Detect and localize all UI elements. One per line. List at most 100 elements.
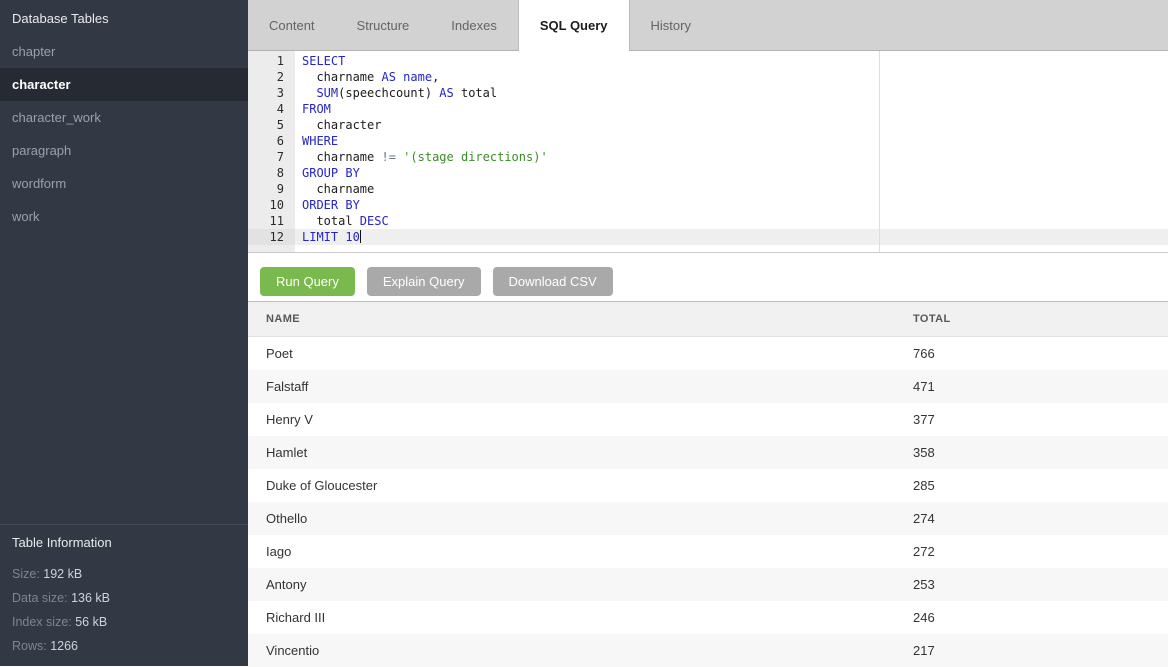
explain-query-button[interactable]: Explain Query: [367, 267, 481, 296]
main-content: ContentStructureIndexesSQL QueryHistory …: [248, 0, 1168, 666]
code-text: total DESC: [295, 213, 389, 229]
result-total-cell: 471: [913, 379, 1168, 394]
code-line[interactable]: 2 charname AS name,: [248, 69, 1168, 85]
sidebar: Database Tables chaptercharactercharacte…: [0, 0, 248, 666]
tab-structure[interactable]: Structure: [336, 0, 431, 50]
code-text: charname: [295, 181, 374, 197]
sidebar-item-chapter[interactable]: chapter: [0, 35, 248, 68]
code-text: ORDER BY: [295, 197, 360, 213]
code-text: SUM(speechcount) AS total: [295, 85, 497, 101]
result-name-cell: Poet: [248, 346, 913, 361]
sql-editor[interactable]: 1SELECT2 charname AS name,3 SUM(speechco…: [248, 51, 1168, 253]
query-toolbar: Run Query Explain Query Download CSV: [248, 254, 1168, 301]
table-info-label: Size:: [12, 567, 43, 581]
run-query-button[interactable]: Run Query: [260, 267, 355, 296]
code-line[interactable]: 5 character: [248, 117, 1168, 133]
code-text: charname != '(stage directions)': [295, 149, 548, 165]
table-row[interactable]: Duke of Gloucester285: [248, 469, 1168, 502]
table-info-row: Size: 192 kB: [12, 562, 236, 586]
code-line[interactable]: 11 total DESC: [248, 213, 1168, 229]
code-lines: 1SELECT2 charname AS name,3 SUM(speechco…: [248, 53, 1168, 245]
line-number: 1: [248, 53, 295, 69]
result-total-cell: 217: [913, 643, 1168, 658]
results-rows: Poet766Falstaff471Henry V377Hamlet358Duk…: [248, 337, 1168, 667]
result-total-cell: 272: [913, 544, 1168, 559]
code-text: charname AS name,: [295, 69, 439, 85]
line-number: 4: [248, 101, 295, 117]
table-row[interactable]: Poet766: [248, 337, 1168, 370]
table-information-title: Table Information: [12, 535, 236, 550]
result-name-cell: Antony: [248, 577, 913, 592]
table-row[interactable]: Iago272: [248, 535, 1168, 568]
result-total-cell: 377: [913, 412, 1168, 427]
result-total-cell: 274: [913, 511, 1168, 526]
table-row[interactable]: Falstaff471: [248, 370, 1168, 403]
table-info-value: 56 kB: [75, 615, 107, 629]
table-row[interactable]: Antony253: [248, 568, 1168, 601]
code-text: SELECT: [295, 53, 345, 69]
table-information-panel: Table Information Size: 192 kBData size:…: [0, 524, 248, 666]
line-number: 5: [248, 117, 295, 133]
table-row[interactable]: Vincentio217: [248, 634, 1168, 667]
table-info-value: 136 kB: [71, 591, 110, 605]
result-name-cell: Henry V: [248, 412, 913, 427]
tab-indexes[interactable]: Indexes: [430, 0, 518, 50]
table-row[interactable]: Henry V377: [248, 403, 1168, 436]
code-line[interactable]: 12LIMIT 10: [248, 229, 1168, 245]
column-header-total[interactable]: TOTAL: [913, 313, 1168, 325]
code-line[interactable]: 6WHERE: [248, 133, 1168, 149]
line-number: 9: [248, 181, 295, 197]
result-name-cell: Iago: [248, 544, 913, 559]
table-info-row: Index size: 56 kB: [12, 610, 236, 634]
code-text: LIMIT 10: [295, 229, 361, 245]
table-info-row: Data size: 136 kB: [12, 586, 236, 610]
column-header-name[interactable]: NAME: [248, 313, 913, 325]
code-line[interactable]: 9 charname: [248, 181, 1168, 197]
line-number: 10: [248, 197, 295, 213]
code-line[interactable]: 3 SUM(speechcount) AS total: [248, 85, 1168, 101]
code-line[interactable]: 1SELECT: [248, 53, 1168, 69]
sidebar-item-wordform[interactable]: wordform: [0, 167, 248, 200]
table-row[interactable]: Othello274: [248, 502, 1168, 535]
tab-history[interactable]: History: [630, 0, 712, 50]
code-line[interactable]: 4FROM: [248, 101, 1168, 117]
code-line[interactable]: 10ORDER BY: [248, 197, 1168, 213]
table-info-label: Rows:: [12, 639, 50, 653]
line-number: 2: [248, 69, 295, 85]
download-csv-button[interactable]: Download CSV: [493, 267, 613, 296]
sidebar-item-paragraph[interactable]: paragraph: [0, 134, 248, 167]
result-name-cell: Othello: [248, 511, 913, 526]
line-number: 3: [248, 85, 295, 101]
table-info-value: 1266: [50, 639, 78, 653]
result-name-cell: Hamlet: [248, 445, 913, 460]
table-information-stats: Size: 192 kBData size: 136 kBIndex size:…: [12, 562, 236, 658]
result-total-cell: 766: [913, 346, 1168, 361]
table-info-value: 192 kB: [43, 567, 82, 581]
sidebar-item-character[interactable]: character: [0, 68, 248, 101]
table-info-label: Index size:: [12, 615, 75, 629]
table-row[interactable]: Richard III246: [248, 601, 1168, 634]
code-text: GROUP BY: [295, 165, 360, 181]
code-text: character: [295, 117, 381, 133]
table-row[interactable]: Hamlet358: [248, 436, 1168, 469]
line-number: 11: [248, 213, 295, 229]
result-total-cell: 358: [913, 445, 1168, 460]
line-number: 7: [248, 149, 295, 165]
table-info-label: Data size:: [12, 591, 71, 605]
code-line[interactable]: 7 charname != '(stage directions)': [248, 149, 1168, 165]
tab-bar: ContentStructureIndexesSQL QueryHistory: [248, 0, 1168, 51]
tab-sql-query[interactable]: SQL Query: [518, 0, 630, 50]
sidebar-item-character_work[interactable]: character_work: [0, 101, 248, 134]
result-name-cell: Duke of Gloucester: [248, 478, 913, 493]
sidebar-item-work[interactable]: work: [0, 200, 248, 233]
line-number: 12: [248, 229, 295, 245]
database-tables-title: Database Tables: [0, 0, 248, 35]
code-line[interactable]: 8GROUP BY: [248, 165, 1168, 181]
code-text: WHERE: [295, 133, 338, 149]
result-name-cell: Richard III: [248, 610, 913, 625]
result-total-cell: 246: [913, 610, 1168, 625]
line-number: 6: [248, 133, 295, 149]
tab-content[interactable]: Content: [248, 0, 336, 50]
text-cursor: [360, 230, 361, 243]
result-name-cell: Falstaff: [248, 379, 913, 394]
